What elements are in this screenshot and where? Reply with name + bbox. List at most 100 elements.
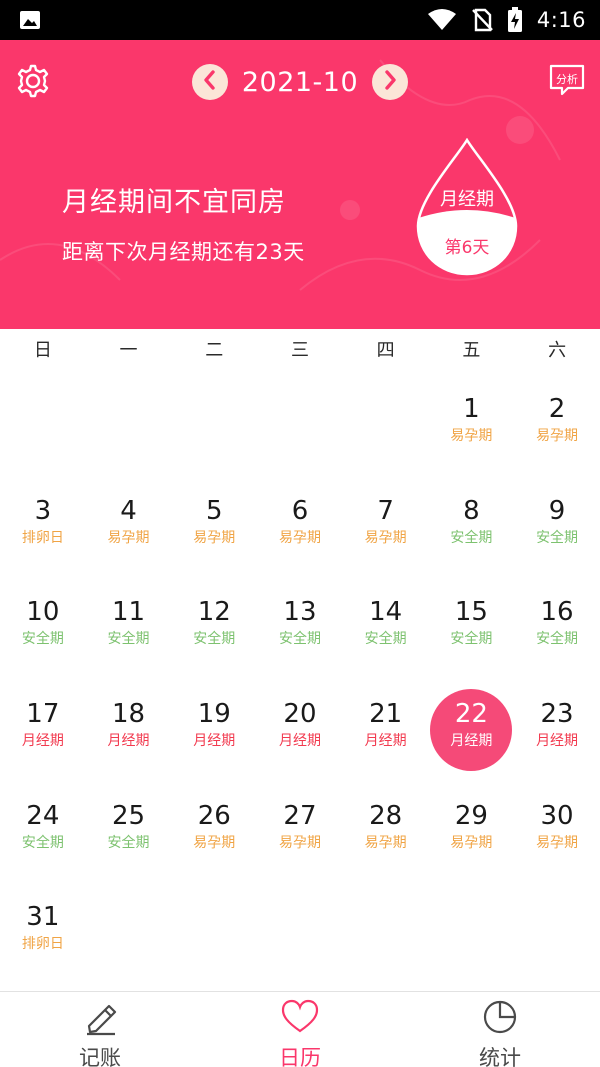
calendar-day-cell[interactable]: 13 安全期 <box>257 584 343 686</box>
day-number: 20 <box>283 699 317 730</box>
calendar-day-cell[interactable]: 30 易孕期 <box>514 788 600 890</box>
calendar: 日 一 二 三 四 五 六 1 易孕期 2 易孕期 3 排卵日 4 易孕期 5 易孕期 6 易孕期 7 易… <box>0 329 600 991</box>
day-number: 10 <box>26 597 60 628</box>
nav-item-bookkeeping[interactable]: 记账 <box>0 992 200 1067</box>
prev-month-button[interactable] <box>192 64 228 100</box>
day-phase-label: 易孕期 <box>193 834 236 851</box>
day-number: 9 <box>548 495 566 526</box>
next-month-button[interactable] <box>372 64 408 100</box>
weekday-label: 六 <box>548 340 567 361</box>
day-number: 17 <box>26 699 60 730</box>
calendar-day-cell[interactable]: 31 排卵日 <box>0 889 86 991</box>
wifi-icon <box>427 8 457 32</box>
calendar-day-cell[interactable]: 12 安全期 <box>171 584 257 686</box>
calendar-day-cell[interactable]: 8 安全期 <box>429 483 515 585</box>
calendar-day-cell[interactable]: 15 安全期 <box>429 584 515 686</box>
day-phase-label: 月经期 <box>278 733 321 750</box>
next-period-countdown: 距离下次月经期还有23天 <box>62 240 305 264</box>
day-phase-label: 安全期 <box>450 529 493 546</box>
calendar-day-cell[interactable]: 11 安全期 <box>86 584 172 686</box>
calendar-day-cell[interactable]: 19 月经期 <box>171 686 257 788</box>
nav-item-calendar[interactable]: 日历 <box>200 992 400 1067</box>
day-number: 25 <box>112 800 146 831</box>
day-number: 22 <box>454 699 488 730</box>
day-number: 3 <box>34 495 52 526</box>
day-number: 7 <box>377 495 394 526</box>
calendar-day-cell[interactable]: 27 易孕期 <box>257 788 343 890</box>
day-phase-label: 安全期 <box>21 631 64 648</box>
day-phase-label: 安全期 <box>107 631 150 648</box>
nav-item-statistics[interactable]: 统计 <box>400 992 600 1067</box>
day-number: 1 <box>463 394 480 424</box>
weekday-label: 五 <box>462 340 481 361</box>
day-phase-label: 排卵日 <box>21 529 64 546</box>
day-phase-label: 月经期 <box>364 733 407 750</box>
phase-title: 月经期 <box>440 189 494 210</box>
chevron-right-icon <box>382 70 398 94</box>
phase-badge: 月经期 第6天 <box>416 138 518 276</box>
day-number: 4 <box>120 495 137 526</box>
calendar-day-cell[interactable]: 16 安全期 <box>514 584 600 686</box>
day-number: 13 <box>283 597 317 628</box>
day-phase-label: 安全期 <box>450 631 493 648</box>
nav-label: 统计 <box>479 1046 521 1067</box>
day-number: 15 <box>454 597 488 628</box>
month-title: 2021-10 <box>241 66 359 98</box>
month-navigator: 2021-10 <box>192 64 408 100</box>
calendar-day-cell[interactable]: 17 月经期 <box>0 686 86 788</box>
calendar-day-cell[interactable]: 25 安全期 <box>86 788 172 890</box>
calendar-day-cell[interactable]: 26 易孕期 <box>171 788 257 890</box>
calendar-day-cell[interactable]: 24 安全期 <box>0 788 86 890</box>
day-number: 14 <box>369 597 403 628</box>
calendar-day-cell[interactable]: 28 易孕期 <box>343 788 429 890</box>
nav-label: 记账 <box>79 1046 121 1067</box>
day-number: 18 <box>112 699 146 730</box>
day-phase-label: 易孕期 <box>364 529 407 546</box>
day-phase-label: 易孕期 <box>278 529 321 546</box>
analysis-button[interactable]: 分析 <box>548 64 586 102</box>
calendar-day-cell[interactable]: 5 易孕期 <box>171 483 257 585</box>
day-number: 24 <box>26 800 60 831</box>
nav-label: 日历 <box>279 1046 321 1067</box>
day-phase-label: 安全期 <box>536 529 579 546</box>
calendar-day-cell[interactable]: 29 易孕期 <box>429 788 515 890</box>
calendar-day-cell[interactable]: 18 月经期 <box>86 686 172 788</box>
calendar-day-cell[interactable]: 2 易孕期 <box>514 381 600 483</box>
calendar-day-cell[interactable]: 1 易孕期 <box>429 381 515 483</box>
calendar-day-cell[interactable]: 3 排卵日 <box>0 483 86 585</box>
calendar-day-cell[interactable]: 22 月经期 <box>429 686 515 788</box>
status-time: 4:16 <box>536 8 586 32</box>
status-bar: 4:16 <box>0 0 600 40</box>
calendar-empty-cell <box>257 381 343 483</box>
calendar-day-cell[interactable]: 4 易孕期 <box>86 483 172 585</box>
calendar-day-cell[interactable]: 7 易孕期 <box>343 483 429 585</box>
gear-icon <box>15 63 51 103</box>
calendar-empty-cell <box>343 381 429 483</box>
calendar-day-cell[interactable]: 6 易孕期 <box>257 483 343 585</box>
day-phase-label: 易孕期 <box>450 834 493 851</box>
calendar-empty-cell <box>171 381 257 483</box>
day-number: 5 <box>205 495 223 526</box>
calendar-day-cell[interactable]: 20 月经期 <box>257 686 343 788</box>
calendar-empty-cell <box>86 381 172 483</box>
day-phase-label: 安全期 <box>364 631 407 648</box>
calendar-empty-cell <box>0 381 86 483</box>
day-number: 27 <box>283 800 317 831</box>
calendar-grid: 1 易孕期 2 易孕期 3 排卵日 4 易孕期 5 易孕期 6 易孕期 7 易孕期 8 安全期 9 安全期 10 安全… <box>0 381 600 991</box>
day-number: 6 <box>291 495 309 526</box>
calendar-day-cell[interactable]: 14 安全期 <box>343 584 429 686</box>
calendar-day-cell[interactable]: 10 安全期 <box>0 584 86 686</box>
calendar-day-cell[interactable]: 21 月经期 <box>343 686 429 788</box>
weekday-label: 日 <box>33 340 52 361</box>
day-number: 12 <box>197 597 231 628</box>
period-warning: 月经期间不宜同房 <box>62 187 286 218</box>
phase-day: 第6天 <box>444 238 490 258</box>
calendar-day-cell[interactable]: 9 安全期 <box>514 483 600 585</box>
weekday-header: 日 一 二 三 四 五 六 <box>0 329 600 373</box>
day-number: 21 <box>369 699 403 730</box>
day-phase-label: 易孕期 <box>364 834 407 851</box>
day-phase-label: 月经期 <box>107 733 150 750</box>
settings-button[interactable] <box>14 64 52 102</box>
day-phase-label: 安全期 <box>193 631 236 648</box>
calendar-day-cell[interactable]: 23 月经期 <box>514 686 600 788</box>
